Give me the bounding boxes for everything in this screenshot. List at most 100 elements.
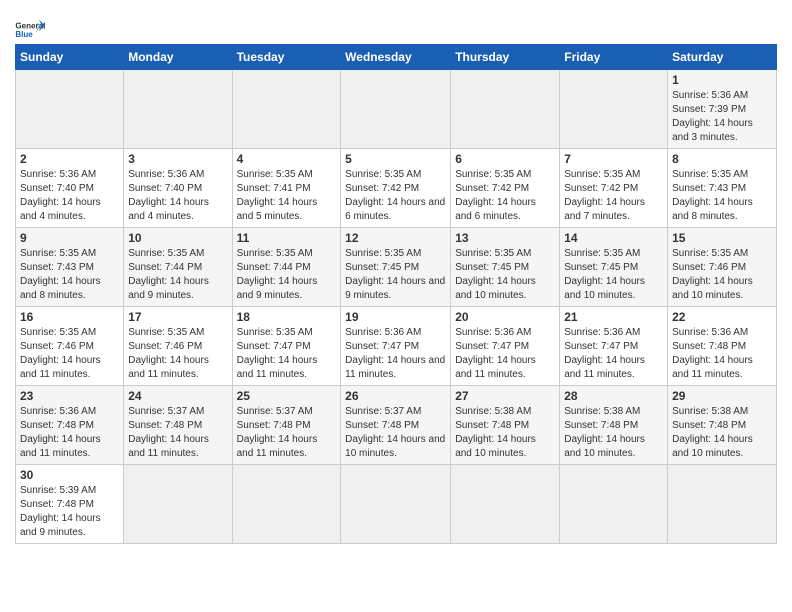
weekday-sunday: Sunday [16,45,124,70]
day-number: 7 [564,152,663,166]
day-info: Sunrise: 5:36 AMSunset: 7:48 PMDaylight:… [20,405,119,461]
calendar-cell: 9 Sunrise: 5:35 AMSunset: 7:43 PMDaylight… [16,228,124,307]
day-number: 27 [455,389,555,403]
day-info: Sunrise: 5:36 AMSunset: 7:39 PMDaylight:… [672,89,772,145]
calendar-cell: 24 Sunrise: 5:37 AMSunset: 7:48 PMDayligh… [124,386,232,465]
day-number: 26 [345,389,446,403]
calendar-cell: 12Sunrise: 5:35 AMSunset: 7:45 PMDayligh… [341,228,451,307]
calendar-week-1: 1 Sunrise: 5:36 AMSunset: 7:39 PMDaylight… [16,70,777,149]
day-info: Sunrise: 5:36 AMSunset: 7:47 PMDaylight:… [455,326,555,382]
calendar-cell: 6 Sunrise: 5:35 AMSunset: 7:42 PMDaylight… [451,149,560,228]
calendar-cell [451,70,560,149]
calendar-cell: 18 Sunrise: 5:35 AMSunset: 7:47 PMDayligh… [232,307,341,386]
calendar-week-2: 2 Sunrise: 5:36 AMSunset: 7:40 PMDaylight… [16,149,777,228]
day-info: Sunrise: 5:36 AMSunset: 7:47 PMDaylight:… [564,326,663,382]
day-number: 29 [672,389,772,403]
day-info: Sunrise: 5:36 AMSunset: 7:40 PMDaylight:… [128,168,227,224]
day-info: Sunrise: 5:35 AMSunset: 7:43 PMDaylight:… [20,247,119,303]
day-info: Sunrise: 5:35 AMSunset: 7:41 PMDaylight:… [237,168,337,224]
calendar-cell: 3 Sunrise: 5:36 AMSunset: 7:40 PMDaylight… [124,149,232,228]
weekday-wednesday: Wednesday [341,45,451,70]
calendar-cell: 7 Sunrise: 5:35 AMSunset: 7:42 PMDaylight… [560,149,668,228]
day-number: 2 [20,152,119,166]
calendar-cell [341,70,451,149]
day-info: Sunrise: 5:35 AMSunset: 7:45 PMDaylight:… [564,247,663,303]
day-number: 1 [672,73,772,87]
day-number: 18 [237,310,337,324]
day-number: 12 [345,231,446,245]
day-info: Sunrise: 5:35 AMSunset: 7:42 PMDaylight:… [345,168,446,224]
day-number: 8 [672,152,772,166]
day-info: Sunrise: 5:35 AMSunset: 7:42 PMDaylight:… [455,168,555,224]
calendar-table: SundayMondayTuesdayWednesdayThursdayFrid… [15,44,777,544]
day-number: 19 [345,310,446,324]
day-info: Sunrise: 5:38 AMSunset: 7:48 PMDaylight:… [564,405,663,461]
day-number: 30 [20,468,119,482]
calendar-cell [668,465,777,544]
day-info: Sunrise: 5:35 AMSunset: 7:42 PMDaylight:… [564,168,663,224]
calendar-cell: 20 Sunrise: 5:36 AMSunset: 7:47 PMDayligh… [451,307,560,386]
calendar-cell [341,465,451,544]
calendar-week-4: 16 Sunrise: 5:35 AMSunset: 7:46 PMDayligh… [16,307,777,386]
calendar-cell [124,465,232,544]
day-number: 4 [237,152,337,166]
calendar-cell [124,70,232,149]
day-number: 11 [237,231,337,245]
calendar-cell [451,465,560,544]
calendar-cell: 27Sunrise: 5:38 AMSunset: 7:48 PMDayligh… [451,386,560,465]
day-info: Sunrise: 5:36 AMSunset: 7:48 PMDaylight:… [672,326,772,382]
calendar-cell: 1 Sunrise: 5:36 AMSunset: 7:39 PMDaylight… [668,70,777,149]
day-info: Sunrise: 5:38 AMSunset: 7:48 PMDaylight:… [672,405,772,461]
day-number: 6 [455,152,555,166]
day-number: 21 [564,310,663,324]
day-number: 22 [672,310,772,324]
day-number: 5 [345,152,446,166]
calendar-cell: 22 Sunrise: 5:36 AMSunset: 7:48 PMDayligh… [668,307,777,386]
day-number: 3 [128,152,227,166]
calendar-cell: 5 Sunrise: 5:35 AMSunset: 7:42 PMDaylight… [341,149,451,228]
calendar-week-6: 30Sunrise: 5:39 AMSunset: 7:48 PMDayligh… [16,465,777,544]
page-header: General Blue [15,10,777,40]
calendar-cell: 21 Sunrise: 5:36 AMSunset: 7:47 PMDayligh… [560,307,668,386]
weekday-monday: Monday [124,45,232,70]
day-info: Sunrise: 5:37 AMSunset: 7:48 PMDaylight:… [128,405,227,461]
day-info: Sunrise: 5:35 AMSunset: 7:46 PMDaylight:… [20,326,119,382]
day-info: Sunrise: 5:35 AMSunset: 7:46 PMDaylight:… [128,326,227,382]
calendar-cell: 10Sunrise: 5:35 AMSunset: 7:44 PMDayligh… [124,228,232,307]
day-number: 28 [564,389,663,403]
calendar-cell [560,70,668,149]
day-number: 25 [237,389,337,403]
day-info: Sunrise: 5:35 AMSunset: 7:44 PMDaylight:… [237,247,337,303]
weekday-tuesday: Tuesday [232,45,341,70]
weekday-thursday: Thursday [451,45,560,70]
calendar-cell: 29 Sunrise: 5:38 AMSunset: 7:48 PMDayligh… [668,386,777,465]
calendar-cell [232,70,341,149]
calendar-cell: 4 Sunrise: 5:35 AMSunset: 7:41 PMDaylight… [232,149,341,228]
weekday-friday: Friday [560,45,668,70]
weekday-header-row: SundayMondayTuesdayWednesdayThursdayFrid… [16,45,777,70]
day-number: 20 [455,310,555,324]
calendar-cell: 23Sunrise: 5:36 AMSunset: 7:48 PMDayligh… [16,386,124,465]
day-info: Sunrise: 5:37 AMSunset: 7:48 PMDaylight:… [237,405,337,461]
day-info: Sunrise: 5:35 AMSunset: 7:45 PMDaylight:… [455,247,555,303]
day-number: 16 [20,310,119,324]
day-number: 17 [128,310,227,324]
day-info: Sunrise: 5:36 AMSunset: 7:40 PMDaylight:… [20,168,119,224]
day-info: Sunrise: 5:35 AMSunset: 7:46 PMDaylight:… [672,247,772,303]
calendar-cell: 26Sunrise: 5:37 AMSunset: 7:48 PMDayligh… [341,386,451,465]
calendar-cell: 8 Sunrise: 5:35 AMSunset: 7:43 PMDaylight… [668,149,777,228]
calendar-cell: 16 Sunrise: 5:35 AMSunset: 7:46 PMDayligh… [16,307,124,386]
calendar-cell: 2 Sunrise: 5:36 AMSunset: 7:40 PMDaylight… [16,149,124,228]
calendar-week-3: 9 Sunrise: 5:35 AMSunset: 7:43 PMDaylight… [16,228,777,307]
day-info: Sunrise: 5:36 AMSunset: 7:47 PMDaylight:… [345,326,446,382]
calendar-cell: 30Sunrise: 5:39 AMSunset: 7:48 PMDayligh… [16,465,124,544]
calendar-cell: 15Sunrise: 5:35 AMSunset: 7:46 PMDayligh… [668,228,777,307]
calendar-week-5: 23Sunrise: 5:36 AMSunset: 7:48 PMDayligh… [16,386,777,465]
day-number: 10 [128,231,227,245]
day-info: Sunrise: 5:35 AMSunset: 7:43 PMDaylight:… [672,168,772,224]
day-number: 24 [128,389,227,403]
day-info: Sunrise: 5:35 AMSunset: 7:47 PMDaylight:… [237,326,337,382]
calendar-cell [560,465,668,544]
day-number: 14 [564,231,663,245]
day-number: 9 [20,231,119,245]
